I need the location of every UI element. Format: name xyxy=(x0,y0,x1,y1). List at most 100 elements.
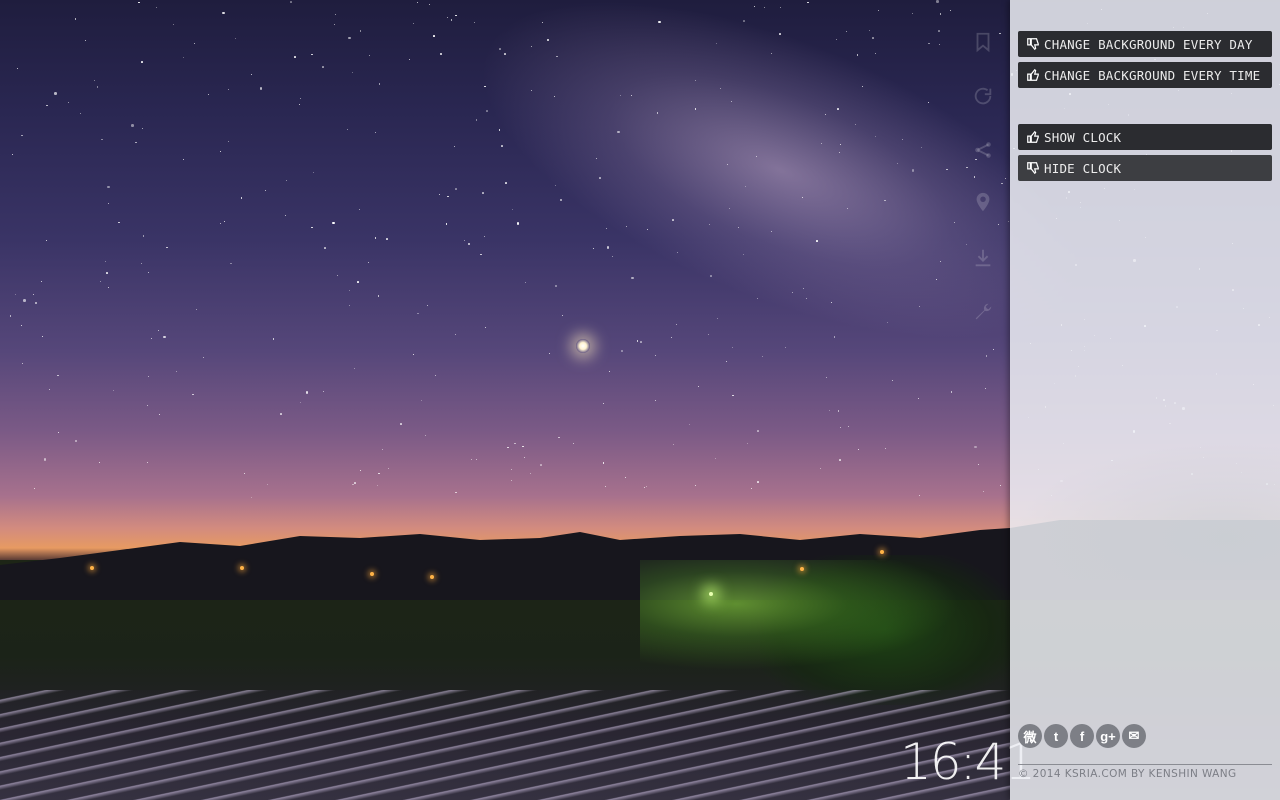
star xyxy=(757,481,759,483)
rice-terraces xyxy=(0,690,1010,800)
star xyxy=(447,195,449,198)
star xyxy=(764,6,765,8)
star xyxy=(147,375,149,377)
star xyxy=(504,53,506,56)
star xyxy=(138,1,141,4)
star xyxy=(207,93,209,95)
star xyxy=(33,293,35,295)
star xyxy=(285,179,287,181)
star xyxy=(757,429,759,432)
star xyxy=(728,207,730,209)
star xyxy=(424,434,426,436)
star xyxy=(697,386,699,388)
thumbs-down-icon xyxy=(1026,37,1040,51)
option-change-bg-every-time[interactable]: CHANGE BACKGROUND EVERY TIME xyxy=(1018,62,1272,88)
download-button[interactable] xyxy=(971,246,995,270)
download-icon xyxy=(975,249,991,267)
star xyxy=(620,95,621,97)
star xyxy=(354,482,356,484)
star xyxy=(9,314,12,317)
refresh-button[interactable] xyxy=(971,84,995,108)
star xyxy=(654,399,656,401)
star xyxy=(617,130,620,134)
star xyxy=(463,239,465,241)
star xyxy=(671,336,673,338)
star xyxy=(163,335,166,339)
facebook-icon[interactable]: f xyxy=(1070,724,1094,748)
weibo-icon[interactable]: 微 xyxy=(1018,724,1042,748)
star xyxy=(348,36,351,40)
star xyxy=(141,128,143,130)
clock-display: 16:41 xyxy=(900,733,1036,791)
star xyxy=(131,124,134,127)
settings-button[interactable] xyxy=(971,300,995,324)
star xyxy=(454,14,457,17)
star xyxy=(243,472,245,474)
village-light xyxy=(370,572,374,576)
star xyxy=(482,192,484,194)
option-show-clock[interactable]: SHOW CLOCK xyxy=(1018,124,1272,150)
star xyxy=(837,409,840,412)
star xyxy=(386,238,389,240)
star xyxy=(982,490,984,492)
star xyxy=(484,235,486,237)
star xyxy=(953,221,955,223)
bookmark-icon xyxy=(976,32,990,53)
star xyxy=(510,479,512,481)
option-change-bg-every-day[interactable]: CHANGE BACKGROUND EVERY DAY xyxy=(1018,31,1272,57)
village-light xyxy=(240,566,244,570)
star xyxy=(68,101,70,103)
option-label: SHOW CLOCK xyxy=(1044,129,1122,145)
star xyxy=(872,37,875,39)
email-icon[interactable]: ✉ xyxy=(1122,724,1146,748)
bookmark-button[interactable] xyxy=(971,30,995,54)
star xyxy=(486,110,488,112)
star xyxy=(57,431,59,433)
star xyxy=(592,247,594,249)
village-light xyxy=(800,567,804,571)
star xyxy=(643,486,645,488)
star xyxy=(322,390,324,392)
star xyxy=(884,448,886,450)
star xyxy=(636,340,639,342)
star xyxy=(374,131,376,133)
star xyxy=(48,388,50,390)
star xyxy=(985,355,988,357)
star xyxy=(43,458,47,461)
village-light xyxy=(90,566,94,570)
star xyxy=(710,274,712,277)
google-plus-icon[interactable]: g+ xyxy=(1096,724,1120,748)
village-light xyxy=(709,592,713,596)
star xyxy=(16,67,18,69)
star xyxy=(599,176,601,179)
share-button[interactable] xyxy=(971,138,995,162)
twitter-icon[interactable]: t xyxy=(1044,724,1068,748)
star xyxy=(901,138,903,140)
star xyxy=(93,79,95,81)
star xyxy=(484,326,486,328)
star xyxy=(516,222,519,225)
star xyxy=(896,162,898,164)
star xyxy=(522,445,524,448)
star xyxy=(875,52,877,54)
location-button[interactable] xyxy=(971,190,995,214)
star xyxy=(572,443,574,445)
star xyxy=(311,53,313,56)
footer-credit: © 2014 KSRIA.COM BY KENSHIN WANG xyxy=(1018,768,1237,780)
star xyxy=(259,87,263,90)
option-hide-clock[interactable]: HIDE CLOCK xyxy=(1018,155,1272,181)
star xyxy=(142,235,145,237)
option-label: HIDE CLOCK xyxy=(1044,160,1122,176)
star xyxy=(118,221,120,224)
star xyxy=(546,38,550,42)
star xyxy=(688,424,690,426)
village-glow xyxy=(640,560,960,670)
star xyxy=(936,0,939,3)
star xyxy=(671,219,674,221)
star xyxy=(656,112,659,115)
star xyxy=(14,293,16,295)
star xyxy=(155,7,157,9)
star xyxy=(74,18,77,20)
thumbs-up-icon xyxy=(1026,130,1040,144)
star xyxy=(529,472,531,474)
